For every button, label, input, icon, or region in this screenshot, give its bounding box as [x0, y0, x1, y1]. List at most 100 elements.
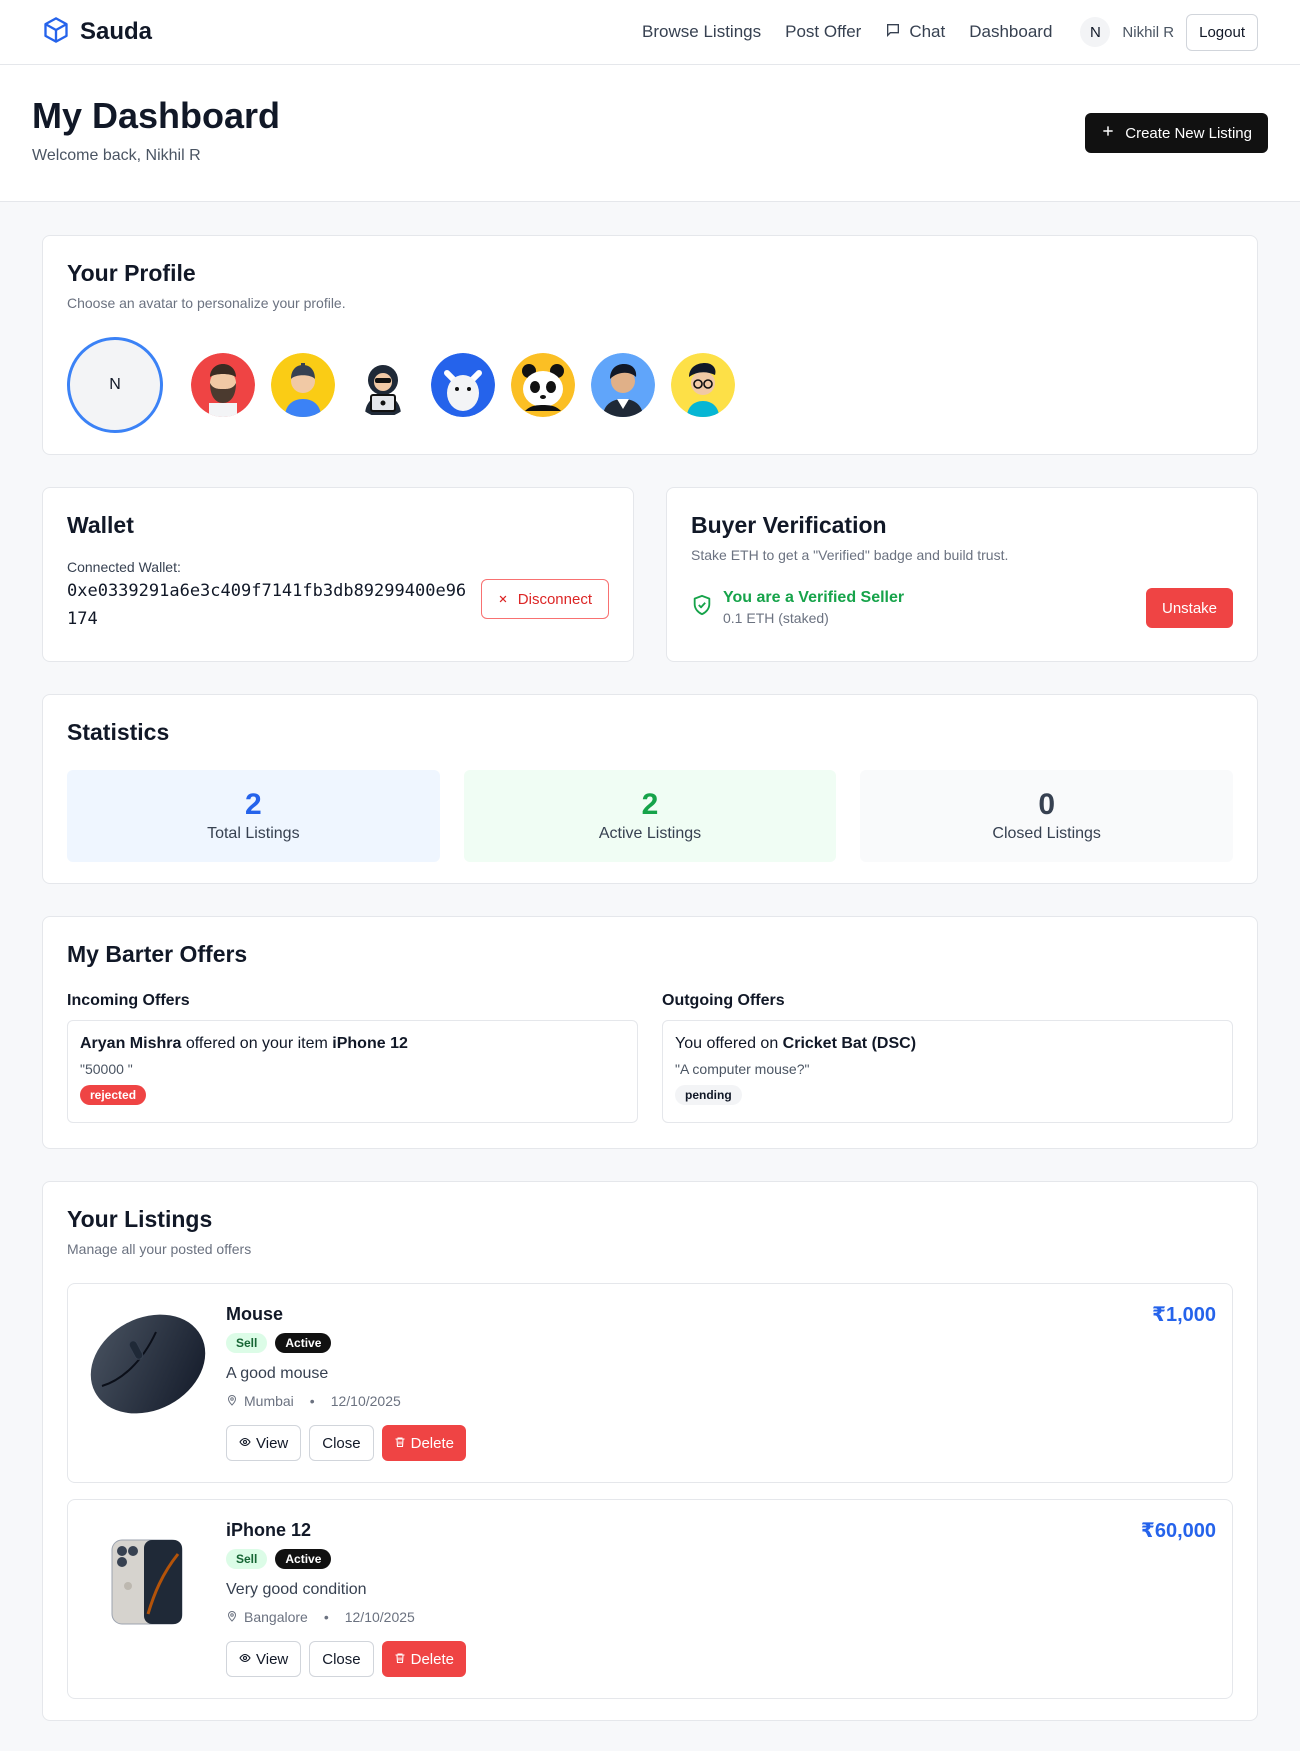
avatar-option-young-man[interactable]	[591, 353, 655, 417]
close-listing-button[interactable]: Close	[309, 1425, 374, 1461]
stat-label: Closed Listings	[992, 825, 1101, 842]
listings-subtitle: Manage all your posted offers	[67, 1241, 252, 1257]
wallet-card: Wallet Connected Wallet: 0xe0339291a6e3c…	[42, 487, 634, 662]
delete-button[interactable]: Delete	[381, 1641, 466, 1677]
listing-item: Mouse Sell Active A good mouse Mumbai • …	[67, 1283, 1233, 1483]
offer-message: "50000 "	[80, 1061, 133, 1077]
shield-check-icon	[691, 594, 713, 621]
disconnect-label: Disconnect	[517, 590, 592, 608]
listing-image-mouse[interactable]	[82, 1298, 210, 1426]
user-avatar[interactable]: N	[1080, 17, 1111, 47]
create-listing-label: Create New Listing	[1125, 124, 1252, 142]
close-icon	[498, 591, 508, 608]
map-pin-icon	[226, 1393, 238, 1409]
eye-icon	[239, 1651, 251, 1668]
listings-card: Your Listings Manage all your posted off…	[42, 1181, 1258, 1721]
stat-label: Active Listings	[598, 825, 702, 842]
stat-value: 2	[641, 788, 659, 821]
view-button[interactable]: View	[226, 1425, 302, 1461]
profile-subtitle: Choose an avatar to personalize your pro…	[67, 295, 346, 311]
offer-prefix-text: You offered on	[675, 1035, 783, 1052]
separator-dot: •	[309, 1393, 315, 1409]
brand-name: Sauda	[80, 18, 153, 45]
close-listing-button[interactable]: Close	[309, 1641, 374, 1677]
listing-location: Bangalore	[244, 1609, 308, 1625]
incoming-offer-item[interactable]: Aryan Mishra offered on your item iPhone…	[67, 1020, 638, 1123]
stat-total-listings: 2 Total Listings	[67, 770, 440, 862]
listing-description: A good mouse	[226, 1365, 329, 1382]
barter-offers-card: My Barter Offers Incoming Offers Aryan M…	[42, 916, 1258, 1149]
avatar-picker: N	[67, 337, 1233, 433]
cube-logo-icon	[42, 16, 70, 49]
outgoing-offer-item[interactable]: You offered on Cricket Bat (DSC) "A comp…	[662, 1020, 1233, 1123]
brand[interactable]: Sauda	[42, 16, 152, 49]
delete-button[interactable]: Delete	[381, 1425, 466, 1461]
nav-dashboard[interactable]: Dashboard	[969, 22, 1052, 42]
offer-message: "A computer mouse?"	[675, 1061, 810, 1077]
listing-title: iPhone 12	[226, 1520, 312, 1540]
listing-price: ₹60,000	[1140, 1520, 1216, 1542]
view-label: View	[256, 1434, 289, 1452]
eye-icon	[239, 1435, 251, 1452]
view-label: View	[256, 1650, 289, 1668]
outgoing-offers-heading: Outgoing Offers	[662, 992, 785, 1009]
disconnect-button[interactable]: Disconnect	[480, 579, 609, 619]
trash-icon	[394, 1651, 406, 1668]
verification-card: Buyer Verification Stake ETH to get a "V…	[666, 487, 1258, 662]
avatar-option-bearded-man[interactable]	[191, 353, 255, 417]
verification-subtitle: Stake ETH to get a "Verified" badge and …	[691, 547, 1009, 563]
avatar-option-cat[interactable]	[431, 353, 495, 417]
status-badge: pending	[675, 1085, 742, 1105]
avatar-option-hacker[interactable]	[351, 353, 415, 417]
stat-value: 0	[1038, 788, 1056, 821]
plus-icon	[1101, 124, 1115, 142]
user-name: Nikhil R	[1122, 23, 1175, 41]
wallet-title: Wallet	[67, 512, 134, 538]
statistics-title: Statistics	[67, 719, 170, 745]
nav-chat[interactable]: Chat	[885, 22, 945, 43]
listing-status-badge: Active	[275, 1333, 332, 1353]
listing-date: 12/10/2025	[344, 1609, 415, 1625]
trash-icon	[394, 1435, 406, 1452]
create-listing-button[interactable]: Create New Listing	[1085, 113, 1268, 153]
wallet-label: Connected Wallet:	[67, 559, 181, 575]
listing-status-badge: Active	[275, 1549, 332, 1569]
current-avatar[interactable]: N	[67, 337, 163, 433]
nav-post-offer[interactable]: Post Offer	[785, 22, 861, 42]
offer-item-name: iPhone 12	[332, 1035, 408, 1052]
wallet-address: 0xe0339291a6e3c409f7141fb3db89299400e961…	[67, 581, 467, 629]
status-badge: rejected	[80, 1085, 147, 1105]
profile-card: Your Profile Choose an avatar to persona…	[42, 235, 1258, 455]
listing-image-iphone[interactable]	[82, 1514, 210, 1642]
listing-description: Very good condition	[226, 1581, 367, 1598]
nav-browse-listings[interactable]: Browse Listings	[642, 22, 761, 42]
offer-item-name: Cricket Bat (DSC)	[782, 1035, 917, 1052]
incoming-offers-heading: Incoming Offers	[67, 992, 190, 1009]
separator-dot: •	[323, 1609, 329, 1625]
avatar-option-glasses[interactable]	[671, 353, 735, 417]
statistics-card: Statistics 2 Total Listings 2 Active Lis…	[42, 694, 1258, 884]
listing-location: Mumbai	[244, 1393, 294, 1409]
profile-title: Your Profile	[67, 260, 196, 286]
unstake-button[interactable]: Unstake	[1146, 588, 1233, 628]
listings-title: Your Listings	[67, 1206, 213, 1232]
offer-connector-text: offered on your item	[181, 1035, 333, 1052]
listing-type-badge: Sell	[226, 1333, 268, 1353]
delete-label: Delete	[410, 1650, 454, 1668]
nav-chat-label: Chat	[909, 22, 946, 41]
logout-button[interactable]: Logout	[1186, 13, 1258, 51]
listing-title: Mouse	[226, 1304, 284, 1324]
avatar-option-woman[interactable]	[271, 353, 335, 417]
view-button[interactable]: View	[226, 1641, 302, 1677]
outgoing-offer-text: You offered on Cricket Bat (DSC)	[675, 1035, 1220, 1053]
stat-value: 2	[244, 788, 262, 821]
listing-price: ₹1,000	[1152, 1304, 1216, 1326]
incoming-offer-text: Aryan Mishra offered on your item iPhone…	[80, 1035, 625, 1053]
welcome-text: Welcome back, Nikhil R	[32, 147, 201, 164]
stat-active-listings: 2 Active Listings	[463, 770, 837, 862]
top-navbar: Sauda Browse Listings Post Offer Chat Da…	[0, 0, 1300, 65]
avatar-option-panda[interactable]	[511, 353, 575, 417]
stat-label: Total Listings	[207, 825, 300, 842]
page-title: My Dashboard	[32, 95, 281, 136]
page-header: My Dashboard Welcome back, Nikhil R Crea…	[0, 65, 1300, 202]
